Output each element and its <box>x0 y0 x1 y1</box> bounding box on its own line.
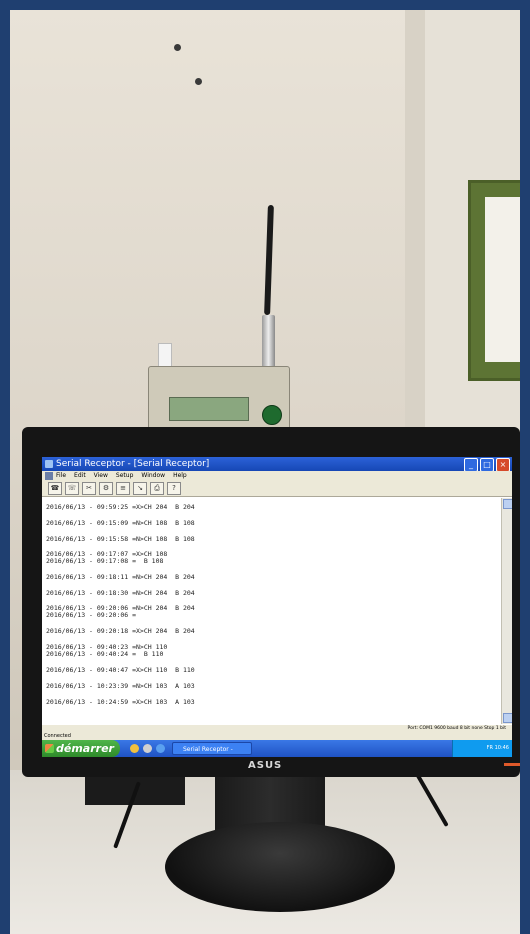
log-line: 2016/06/13 - 09:20:06 = <box>46 611 137 619</box>
start-label: démarrer <box>56 742 114 755</box>
photo: INTERFONE Serial Receptor - [Serial Rece… <box>10 10 520 934</box>
menu-file[interactable]: File <box>56 471 66 481</box>
vertical-scrollbar[interactable] <box>501 498 512 724</box>
connect-icon[interactable]: ☎ <box>48 482 62 495</box>
receiver-knob <box>262 405 282 425</box>
wall-screw <box>174 44 181 51</box>
cut-icon[interactable]: ✂ <box>82 482 96 495</box>
status-bar: Port: COM1 9600 baud 8 bit none Stop 1 b… <box>42 725 512 733</box>
screen: Serial Receptor - [Serial Receptor] _ □ … <box>42 457 512 757</box>
port-info: Port: COM1 9600 baud 8 bit none Stop 1 b… <box>407 726 506 731</box>
window-title: Serial Receptor - [Serial Receptor] <box>56 459 210 469</box>
document-icon <box>45 472 53 480</box>
disconnect-icon[interactable]: ☏ <box>65 482 79 495</box>
menu-help[interactable]: Help <box>173 471 187 481</box>
frame-picture <box>485 197 520 362</box>
menu-edit[interactable]: Edit <box>74 471 86 481</box>
quicklaunch-icon[interactable] <box>156 744 165 753</box>
quicklaunch-icon[interactable] <box>143 744 152 753</box>
receiver-lcd <box>169 397 249 421</box>
antenna <box>264 204 274 316</box>
taskbar: démarrer Serial Receptor - [Ser... FR 10… <box>42 740 512 757</box>
receive-icon[interactable]: ↘ <box>133 482 147 495</box>
quicklaunch-icon[interactable] <box>130 744 139 753</box>
system-tray: FR 10:46 <box>452 740 512 757</box>
connection-status: Connected <box>42 733 512 740</box>
close-button[interactable]: × <box>496 458 510 472</box>
wall-screw <box>195 78 202 85</box>
log-line: 2016/06/13 - 09:15:09 =N>CH 108 B 108 <box>46 519 195 527</box>
log-line: 2016/06/13 - 09:18:11 =N>CH 204 B 204 <box>46 573 195 581</box>
toolbar: ☎ ☏ ✂ ⚙ ≡ ↘ ⎙ ? <box>42 481 512 497</box>
scroll-up-icon[interactable] <box>503 499 512 509</box>
log-line: 2016/06/13 - 09:18:30 =N>CH 204 B 204 <box>46 589 195 597</box>
monitor-stand-base <box>165 822 395 912</box>
monitor-brand: ASUS <box>248 760 283 771</box>
language-indicator[interactable]: FR <box>487 745 493 751</box>
windows-flag-icon <box>45 744 54 753</box>
menu-view[interactable]: View <box>94 471 108 481</box>
log-line: 2016/06/13 - 10:23:39 =N>CH 103 A 103 <box>46 682 195 690</box>
power-led <box>504 763 520 766</box>
window-controls: _ □ × <box>464 458 510 472</box>
menu-setup[interactable]: Setup <box>116 471 133 481</box>
window-titlebar[interactable]: Serial Receptor - [Serial Receptor] _ □ … <box>42 457 512 472</box>
minimize-button[interactable]: _ <box>464 458 478 472</box>
scroll-down-icon[interactable] <box>503 713 512 723</box>
log-line: 2016/06/13 - 09:40:24 = B 110 <box>46 650 164 658</box>
log-line: 2016/06/13 - 09:20:18 =X>CH 204 B 204 <box>46 627 195 635</box>
menu-bar: File Edit View Setup Window Help <box>42 471 512 481</box>
print-icon[interactable]: ⎙ <box>150 482 164 495</box>
settings-icon[interactable]: ⚙ <box>99 482 113 495</box>
taskbar-item-serial-receptor[interactable]: Serial Receptor - [Ser... <box>172 742 252 755</box>
log-line: 2016/06/13 - 09:59:25 =X>CH 204 B 204 <box>46 503 195 511</box>
log-line: 2016/06/13 - 09:40:47 =X>CH 110 B 110 <box>46 666 195 674</box>
start-button[interactable]: démarrer <box>42 740 120 757</box>
log-line: 2016/06/13 - 09:17:08 = B 108 <box>46 557 164 565</box>
log-area: 2016/06/13 - 09:59:25 =X>CH 204 B 204 20… <box>42 498 498 724</box>
help-icon[interactable]: ? <box>167 482 181 495</box>
log-line: 2016/06/13 - 09:15:58 =N>CH 108 B 108 <box>46 535 195 543</box>
list-icon[interactable]: ≡ <box>116 482 130 495</box>
monitor: Serial Receptor - [Serial Receptor] _ □ … <box>22 427 520 777</box>
menu-window[interactable]: Window <box>141 471 165 481</box>
app-icon <box>45 460 53 468</box>
clock: 10:46 <box>494 745 509 751</box>
log-line: 2016/06/13 - 10:24:59 =X>CH 103 A 103 <box>46 698 195 706</box>
maximize-button[interactable]: □ <box>480 458 494 472</box>
wall-edge <box>405 10 425 460</box>
green-picture-frame <box>468 180 520 381</box>
